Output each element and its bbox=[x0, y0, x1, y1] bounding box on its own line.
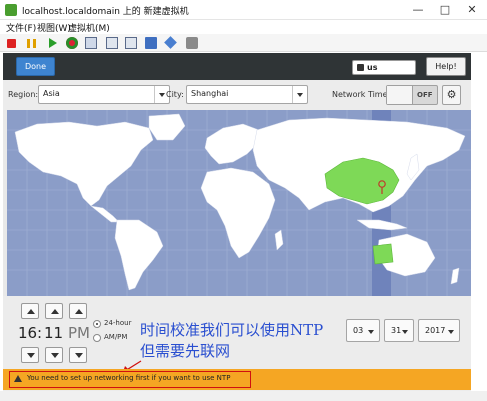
installer-header: Done us Help! bbox=[3, 53, 471, 80]
vm-toolbar bbox=[0, 34, 487, 52]
network-time-state: OFF bbox=[417, 91, 433, 99]
keyboard-layout-label: us bbox=[367, 63, 378, 72]
minute-down-button[interactable] bbox=[45, 347, 63, 363]
chevron-down-icon bbox=[402, 330, 408, 334]
snapshot-icon[interactable] bbox=[106, 37, 118, 49]
minute-up-button[interactable] bbox=[45, 303, 63, 319]
done-button[interactable]: Done bbox=[16, 57, 55, 76]
month-value: 03 bbox=[353, 326, 364, 335]
window-title: localhost.localdomain 上的 新建虚拟机 bbox=[22, 7, 189, 17]
fullscreen-icon[interactable] bbox=[85, 37, 97, 49]
city-select[interactable]: Shanghai bbox=[186, 85, 308, 104]
host-status-strip bbox=[0, 391, 487, 401]
region-label: Region: bbox=[8, 90, 39, 99]
time-separator: : bbox=[37, 324, 43, 342]
close-button[interactable]: ✕ bbox=[461, 2, 483, 18]
snapshot-manager-icon[interactable] bbox=[125, 37, 137, 49]
chevron-down-icon bbox=[368, 330, 374, 334]
highlighted-timezone-region bbox=[372, 243, 394, 265]
help-button[interactable]: Help! bbox=[426, 57, 466, 76]
format-ampm-radio[interactable] bbox=[93, 334, 101, 342]
refresh-icon[interactable] bbox=[66, 37, 78, 49]
virt-manager-app-icon bbox=[5, 4, 17, 16]
region-select[interactable]: Asia bbox=[38, 85, 170, 104]
month-select[interactable]: 03 bbox=[346, 319, 380, 342]
region-city-row: Region: Asia City: Shanghai Network Time… bbox=[3, 80, 471, 110]
format-ampm-label: AM/PM bbox=[104, 333, 128, 341]
send-key-icon[interactable] bbox=[145, 37, 157, 49]
window-titlebar: localhost.localdomain 上的 新建虚拟机 — □ ✕ bbox=[0, 0, 487, 20]
city-label: City: bbox=[166, 90, 184, 99]
menu-vm[interactable]: 虚拟机(M) bbox=[68, 21, 110, 34]
day-value: 31 bbox=[391, 326, 402, 335]
year-value: 2017 bbox=[425, 326, 446, 335]
minimize-button[interactable]: — bbox=[407, 2, 429, 18]
maximize-button[interactable]: □ bbox=[434, 2, 456, 18]
guest-display[interactable]: Done us Help! Region: Asia City: Shangha… bbox=[3, 53, 471, 391]
network-time-label: Network Time bbox=[332, 90, 388, 99]
ampm-up-button[interactable] bbox=[69, 303, 87, 319]
format-24hour-radio[interactable] bbox=[93, 320, 101, 328]
settings-icon[interactable] bbox=[186, 37, 198, 49]
ampm-down-button[interactable] bbox=[69, 347, 87, 363]
chevron-down-icon bbox=[448, 330, 454, 334]
network-time-switch[interactable]: OFF bbox=[386, 85, 438, 105]
menu-bar: 文件(F) 视图(W) 虚拟机(M) bbox=[0, 20, 487, 34]
region-value: Asia bbox=[43, 89, 60, 98]
hour-down-button[interactable] bbox=[21, 347, 39, 363]
ntp-settings-gear-icon[interactable]: ⚙ bbox=[442, 85, 461, 105]
pause-icon[interactable] bbox=[27, 39, 36, 48]
menu-file[interactable]: 文件(F) bbox=[6, 21, 36, 34]
time-hour: 16 bbox=[18, 324, 38, 342]
usb-icon[interactable] bbox=[164, 36, 177, 49]
play-icon[interactable] bbox=[49, 38, 57, 48]
keyboard-icon bbox=[357, 64, 364, 71]
annotation-line-1: 时间校准我们可以使用NTP bbox=[140, 321, 324, 339]
time-minute: 11 bbox=[44, 324, 64, 342]
stop-icon[interactable] bbox=[7, 39, 16, 48]
year-select[interactable]: 2017 bbox=[418, 319, 460, 342]
day-select[interactable]: 31 bbox=[384, 319, 414, 342]
annotation-line-2: 但需要先联网 bbox=[140, 342, 231, 360]
city-value: Shanghai bbox=[191, 89, 229, 98]
warning-icon bbox=[14, 375, 22, 382]
timezone-map[interactable] bbox=[7, 110, 471, 296]
annotation-note: 时间校准我们可以使用NTP 但需要先联网 bbox=[140, 320, 323, 362]
world-map-graphic bbox=[7, 110, 471, 296]
format-24hour-label: 24-hour bbox=[104, 319, 132, 327]
hour-up-button[interactable] bbox=[21, 303, 39, 319]
menu-view[interactable]: 视图(W) bbox=[37, 21, 71, 34]
chevron-down-icon bbox=[292, 86, 307, 103]
warning-text: You need to set up networking first if y… bbox=[27, 374, 231, 382]
switch-knob bbox=[387, 86, 413, 104]
keyboard-layout-indicator[interactable]: us bbox=[352, 60, 416, 75]
time-ampm: PM bbox=[68, 324, 90, 342]
